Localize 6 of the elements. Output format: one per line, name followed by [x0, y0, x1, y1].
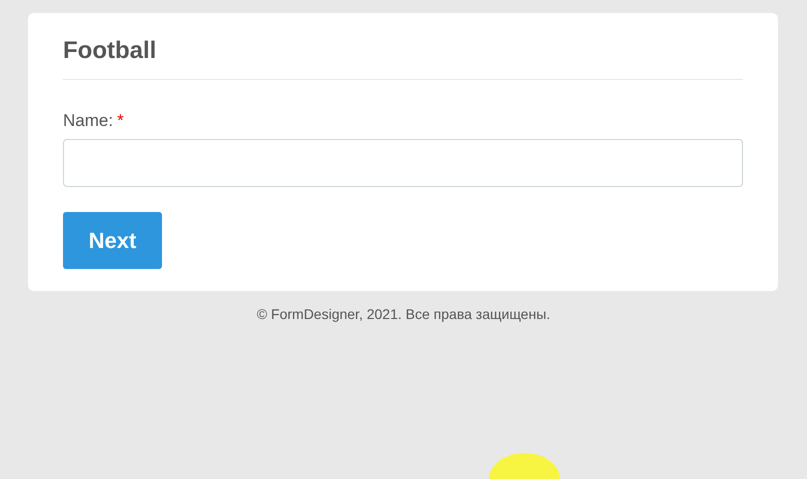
next-button[interactable]: Next [63, 212, 162, 269]
form-title: Football [63, 36, 158, 66]
required-mark: * [117, 111, 124, 130]
name-input-field[interactable] [63, 139, 743, 187]
field-label: Name: [63, 111, 114, 130]
copyright-text: © FormDesigner, 2021. Все права защищены. [256, 305, 552, 324]
